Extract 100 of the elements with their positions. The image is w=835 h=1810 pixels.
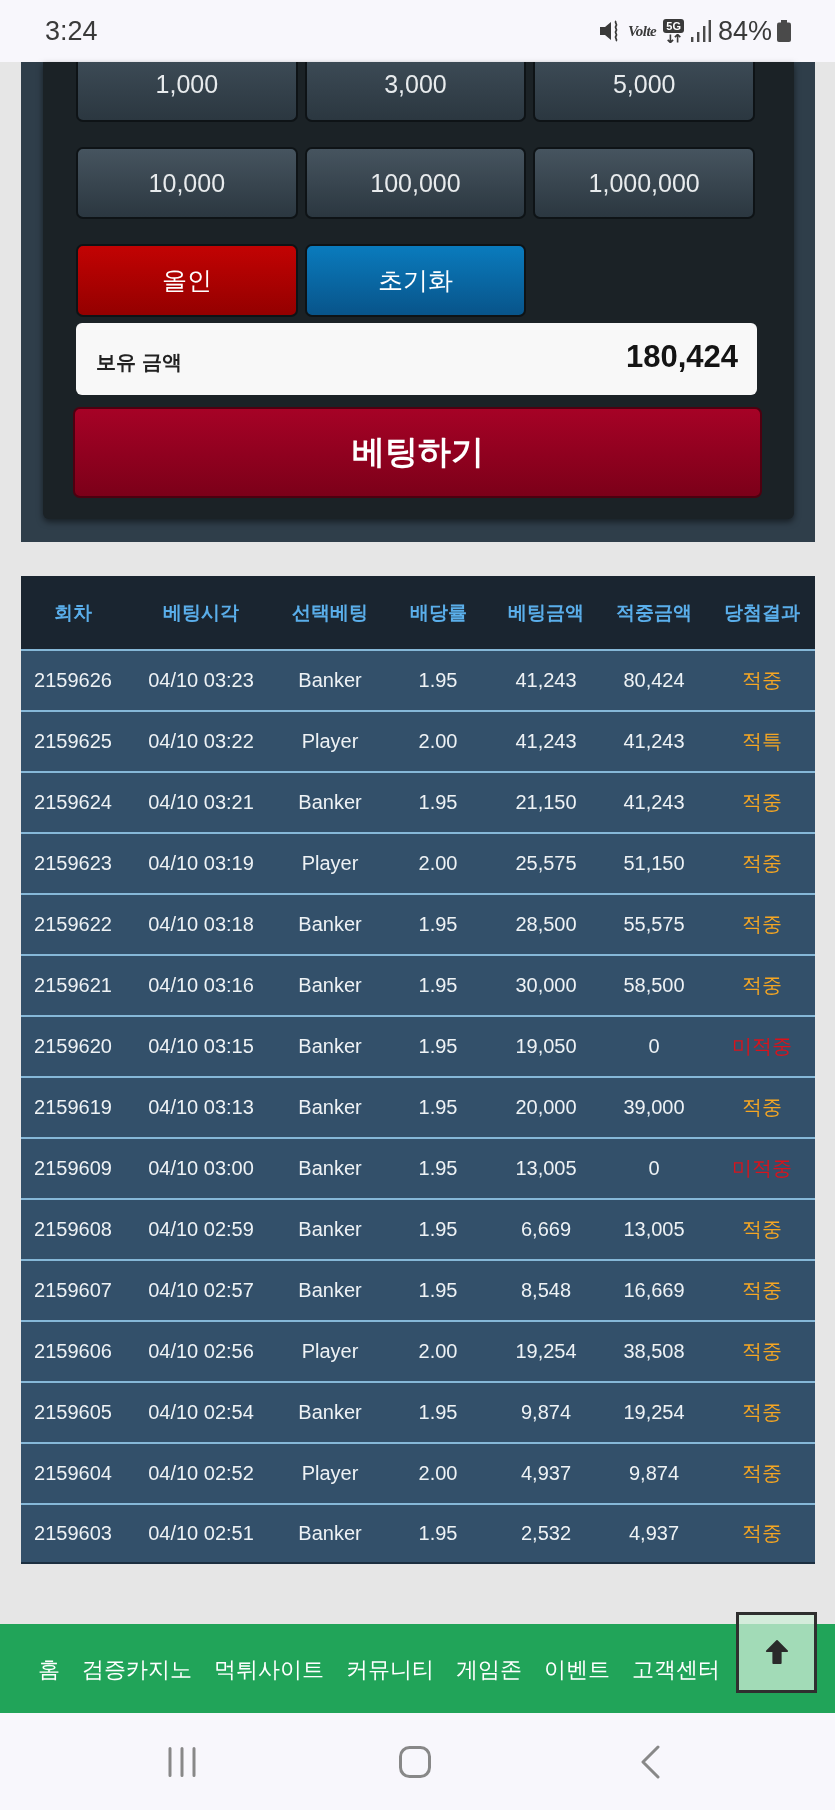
table-cell-text: 55,575 [622, 913, 686, 936]
table-cell-text: 04/10 03:19 [147, 852, 255, 875]
table-cell-text: Player [300, 730, 360, 753]
column-header: 베팅금액 [507, 600, 585, 625]
result-cell-text: 적특 [741, 729, 783, 754]
column-header: 적중금액 [615, 600, 693, 625]
table-cell-text: Banker [297, 1218, 363, 1241]
table-cell-text: 21,150 [514, 791, 578, 814]
table-cell-text: 2.00 [417, 730, 459, 753]
table-cell-text: 2159621 [33, 974, 113, 997]
table-cell-text: 1.95 [417, 791, 459, 814]
amount-button[interactable]: 3,000 [304, 62, 527, 122]
table-cell-text: 04/10 02:57 [147, 1279, 255, 1302]
result-cell-text: 적중 [741, 1339, 783, 1364]
result-cell-text: 적중 [741, 1521, 783, 1546]
table-cell-text: 04/10 03:00 [147, 1157, 255, 1180]
result-cell-text: 적중 [741, 1278, 783, 1303]
scroll-top-button[interactable] [736, 1612, 817, 1693]
all-in-button[interactable]: 올인 [76, 244, 298, 317]
amount-button[interactable]: 5,000 [533, 62, 755, 122]
network-badge: 5G [663, 19, 684, 33]
table-cell-text: 39,000 [622, 1096, 686, 1119]
result-cell-text: 적중 [741, 1217, 783, 1242]
table-cell-text: 2159603 [33, 1522, 113, 1545]
table-cell-text: 2.00 [417, 1340, 459, 1363]
table-cell-text: 2159605 [33, 1401, 113, 1424]
table-cell-text: 28,500 [514, 913, 578, 936]
table-cell-text: 04/10 02:56 [147, 1340, 255, 1363]
result-cell-text: 적중 [741, 851, 783, 876]
table-cell-text: Player [300, 852, 360, 875]
table-cell-text: 19,050 [514, 1035, 578, 1058]
back-icon[interactable] [640, 1744, 660, 1779]
amount-button[interactable]: 100,000 [304, 147, 527, 219]
table-cell-text: 2159624 [33, 791, 113, 814]
table-cell-text: 16,669 [622, 1279, 686, 1302]
balance-label: 보유 금액 [96, 349, 182, 375]
table-cell-text: 2159620 [33, 1035, 113, 1058]
table-cell-text: 04/10 03:21 [147, 791, 255, 814]
result-cell-text: 미적중 [731, 1034, 793, 1059]
data-arrows-icon [664, 34, 683, 43]
home-icon[interactable] [399, 1745, 431, 1778]
table-cell-text: 04/10 03:22 [147, 730, 255, 753]
table-cell-text: 2159622 [33, 913, 113, 936]
table-cell-text: Banker [297, 974, 363, 997]
table-cell-text: 2159608 [33, 1218, 113, 1241]
result-cell-text: 적중 [741, 1095, 783, 1120]
table-cell-text: Banker [297, 1157, 363, 1180]
table-cell-text: 9,874 [627, 1462, 681, 1485]
column-header: 회차 [53, 600, 93, 625]
table-cell-text: 04/10 03:23 [147, 669, 255, 692]
table-cell-text: 1.95 [417, 1096, 459, 1119]
column-header: 당첨결과 [723, 600, 801, 625]
bet-button[interactable]: 베팅하기 [73, 407, 762, 498]
table-cell-text: Banker [297, 1401, 363, 1424]
table-cell-text: 2159604 [33, 1462, 113, 1485]
table-cell-text: 2159625 [33, 730, 113, 753]
amount-button[interactable]: 1,000 [76, 62, 298, 122]
table-cell-text: 8,548 [519, 1279, 573, 1302]
table-cell-text: 2159609 [33, 1157, 113, 1180]
table-cell-text: 4,937 [519, 1462, 573, 1485]
table-cell-text: 13,005 [514, 1157, 578, 1180]
table-cell-text: Player [300, 1462, 360, 1485]
table-cell-text: 25,575 [514, 852, 578, 875]
amount-button[interactable]: 10,000 [76, 147, 298, 219]
table-cell-text: 1.95 [417, 974, 459, 997]
table-cell-text: Banker [297, 1522, 363, 1545]
table-cell-text: 1.95 [417, 1522, 459, 1545]
table-cell-text: 04/10 03:15 [147, 1035, 255, 1058]
table-cell-text: 41,243 [622, 730, 686, 753]
table-cell-text: 1.95 [417, 1401, 459, 1424]
table-cell-text: 1.95 [417, 669, 459, 692]
column-header: 선택베팅 [291, 600, 369, 625]
table-cell-text: 19,254 [622, 1401, 686, 1424]
result-cell-text: 적중 [741, 912, 783, 937]
table-cell-text: 38,508 [622, 1340, 686, 1363]
table-cell-text: Banker [297, 1279, 363, 1302]
table-cell-text: 80,424 [622, 669, 686, 692]
reset-button[interactable]: 초기화 [304, 244, 527, 317]
table-cell-text: 41,243 [622, 791, 686, 814]
table-cell-text: 58,500 [622, 974, 686, 997]
table-cell-text: 41,243 [514, 730, 578, 753]
table-cell-text: 04/10 02:51 [147, 1522, 255, 1545]
table-cell-text: 1.95 [417, 913, 459, 936]
result-cell-text: 적중 [741, 668, 783, 693]
result-cell-text: 적중 [741, 973, 783, 998]
table-cell-text: 04/10 03:18 [147, 913, 255, 936]
signal-icon [690, 20, 711, 42]
table-cell-text: Banker [297, 1035, 363, 1058]
table-cell-text: 1.95 [417, 1279, 459, 1302]
table-cell-text: 0 [647, 1157, 661, 1180]
table-cell-text: 04/10 03:16 [147, 974, 255, 997]
table-cell-text: 2.00 [417, 1462, 459, 1485]
table-cell-text: 2,532 [519, 1522, 573, 1545]
result-cell-text: 적중 [741, 1400, 783, 1425]
status-time: 3:24 [45, 15, 98, 47]
table-cell-text: 20,000 [514, 1096, 578, 1119]
amount-button[interactable]: 1,000,000 [533, 147, 755, 219]
table-cell-text: Banker [297, 913, 363, 936]
recent-apps-icon[interactable] [168, 1746, 196, 1777]
table-cell-text: Banker [297, 791, 363, 814]
